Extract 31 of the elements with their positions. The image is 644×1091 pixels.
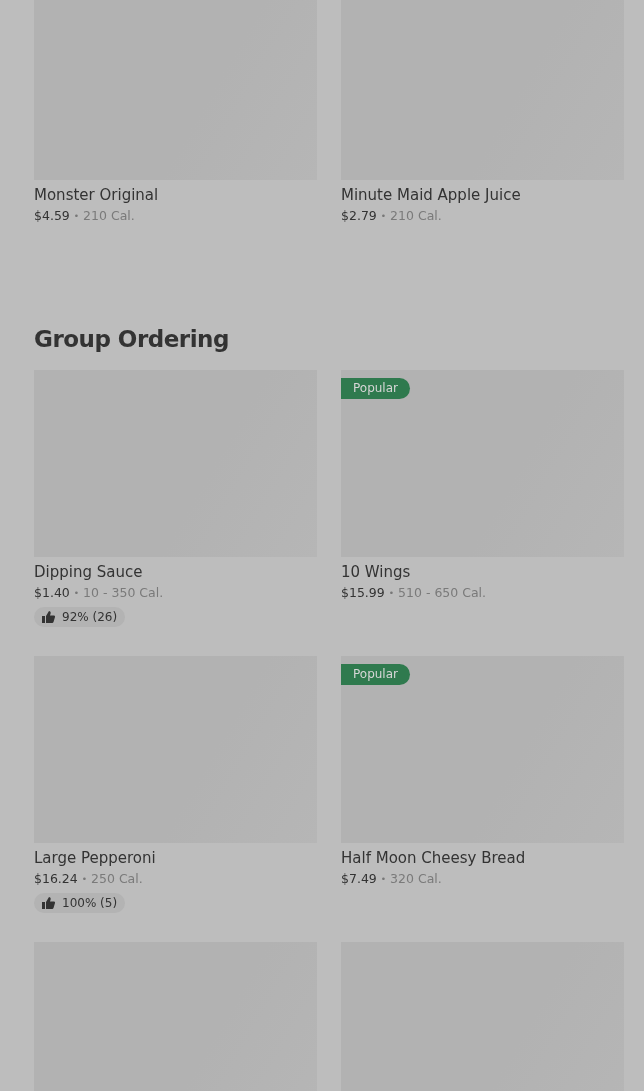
item-calories: 10 - 350 Cal. — [83, 585, 164, 601]
item-name[interactable]: 10 Wings — [341, 562, 411, 582]
item-calories: 210 Cal. — [390, 208, 442, 224]
item-price: $16.24 — [34, 871, 78, 887]
item-name[interactable]: Half Moon Cheesy Bread — [341, 848, 526, 868]
item-name[interactable]: Minute Maid Apple Juice — [341, 185, 521, 205]
item-name[interactable]: Dipping Sauce — [34, 562, 143, 582]
rating-text: 92% (26) — [62, 610, 118, 624]
item-price: $4.59 — [34, 208, 70, 224]
separator-dot: • — [81, 873, 88, 886]
popular-badge: Popular — [341, 664, 410, 685]
separator-dot: • — [73, 587, 80, 600]
separator-dot: • — [380, 873, 387, 886]
item-name[interactable]: Large Pepperoni — [34, 848, 156, 868]
separator-dot: • — [73, 210, 80, 223]
item-price: $1.40 — [34, 585, 70, 601]
item-calories: 510 - 650 Cal. — [398, 585, 487, 601]
rating-text: 100% (5) — [62, 896, 118, 910]
item-price: $7.49 — [341, 871, 377, 887]
section-title: Group Ordering — [34, 325, 230, 353]
thumbs-up-icon — [42, 611, 55, 623]
separator-dot: • — [388, 587, 395, 600]
thumbs-up-icon — [42, 897, 55, 909]
item-calories: 210 Cal. — [83, 208, 135, 224]
item-calories: 320 Cal. — [390, 871, 442, 887]
item-calories: 250 Cal. — [91, 871, 143, 887]
popular-badge: Popular — [341, 378, 410, 399]
item-price: $2.79 — [341, 208, 377, 224]
item-name[interactable]: Monster Original — [34, 185, 159, 205]
separator-dot: • — [380, 210, 387, 223]
item-price: $15.99 — [341, 585, 385, 601]
